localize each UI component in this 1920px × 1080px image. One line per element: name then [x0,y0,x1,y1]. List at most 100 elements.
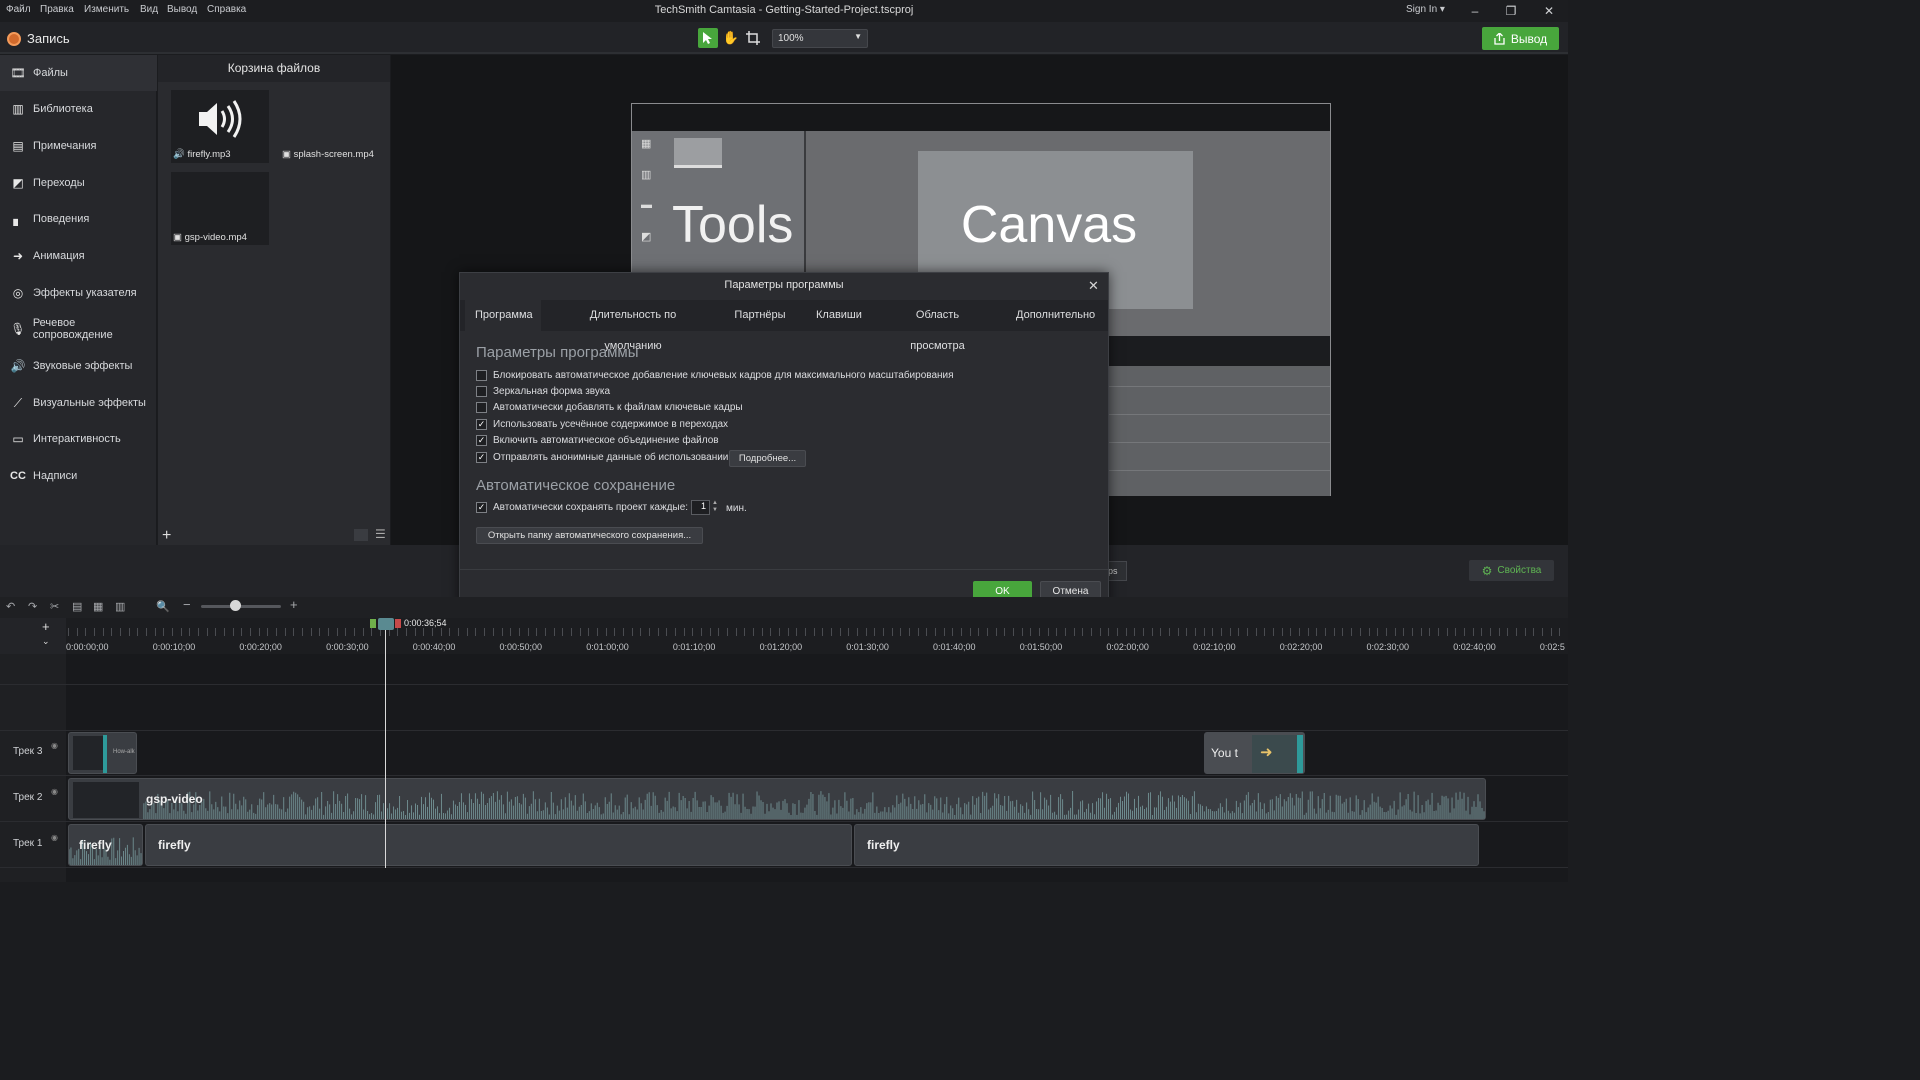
more-info-button[interactable]: Подробнее... [729,450,806,467]
option-row[interactable]: ✓ Отправлять анонимные данные об использо… [476,452,728,463]
track-label-3[interactable]: Трек 3 [13,746,42,757]
fps-chip[interactable]: ps [1107,561,1127,581]
copy-icon[interactable]: ▤ [72,600,82,613]
preview-dark-strip [1109,336,1330,366]
clip-track3-callout[interactable]: You t ➜ [1204,732,1305,774]
sign-in-button[interactable]: Sign In ▾ [1406,4,1445,15]
ruler-tick [674,628,676,636]
select-tool-button[interactable] [698,28,718,48]
sidebar-item-captions[interactable]: CC Надписи [0,458,157,494]
sidebar-item-animations[interactable]: ➜ Анимация [0,238,157,274]
spinner-arrows-icon[interactable]: ▲ ▼ [712,500,718,514]
option-row[interactable]: ✓ Использовать усечённое содержимое в пер… [476,419,728,430]
checkbox[interactable] [476,370,487,381]
ruler-tick [622,628,624,636]
split-icon[interactable]: ▥ [115,600,125,613]
playhead-handle[interactable] [378,618,394,630]
sidebar-item-transitions[interactable]: ◩ Переходы [0,165,157,201]
option-row[interactable]: ✓ Включить автоматическое объединение фай… [476,435,719,446]
eye-icon[interactable]: ◉ [51,787,58,796]
open-autosave-folder-button[interactable]: Открыть папку автоматического сохранения… [476,527,703,544]
tab-advanced[interactable]: Дополнительно [1006,300,1104,331]
clip-firefly-2[interactable]: firefly [145,824,852,866]
close-icon[interactable]: ✕ [1088,278,1099,294]
clip-firefly-3[interactable]: firefly [854,824,1479,866]
record-button[interactable]: Запись [27,31,70,46]
ruler-tick [1437,628,1439,636]
eye-icon[interactable]: ◉ [51,741,58,750]
autosave-interval-input[interactable]: 1 [691,500,710,515]
ruler-tick [1073,628,1075,636]
paste-icon[interactable]: ▦ [93,600,103,613]
tab-partners[interactable]: Партнёры [724,300,796,331]
in-point-marker[interactable] [370,619,376,628]
ruler-tick [1541,628,1543,636]
checkbox[interactable] [476,402,487,413]
sidebar-item-audio-effects[interactable]: 🔊 Звуковые эффекты [0,348,157,384]
add-track-icon[interactable]: + [42,619,50,634]
zoom-dropdown[interactable]: 100% ▼ [772,29,868,48]
eye-icon[interactable]: ◉ [51,833,58,842]
checkbox-checked[interactable]: ✓ [476,419,487,430]
pan-tool-button[interactable]: ✋ [721,28,741,48]
ruler-tick [935,628,936,636]
sidebar-item-cursor-effects[interactable]: ◎ Эффекты указателя [0,275,157,311]
redo-icon[interactable]: ↷ [28,600,37,613]
sidebar-item-voice-narration[interactable]: 🎙 Речевое сопровождение [0,311,157,347]
timeline-ruler[interactable] [66,618,1568,654]
sidebar-item-visual-effects[interactable]: ⟋ Визуальные эффекты [0,385,157,421]
undo-icon[interactable]: ↶ [6,600,15,613]
tab-canvas-view[interactable]: Область просмотра [879,300,996,352]
out-point-marker[interactable] [395,619,401,628]
autosave-row[interactable]: ✓ Автоматически сохранять проект каждые: [476,502,688,513]
ruler-tick [744,628,746,636]
ruler-tick [250,628,252,636]
ruler-tick [917,628,919,636]
clip-track3-splash[interactable]: How-alk [68,732,137,774]
ruler-tick [1160,628,1162,636]
checkbox-checked[interactable]: ✓ [476,502,487,513]
ruler-tick [1316,628,1318,636]
ruler-tick [1099,628,1101,636]
checkbox[interactable] [476,386,487,397]
cut-icon[interactable]: ✂ [50,600,59,613]
option-row[interactable]: Блокировать автоматическое добавление кл… [476,370,954,381]
ruler-tick [432,628,434,636]
sidebar-item-behaviors[interactable]: ▖ Поведения [0,201,157,237]
clip-gsp-video[interactable]: gsp-video [68,778,1486,820]
list-view-icon[interactable]: ☰ [375,527,386,541]
option-row[interactable]: Автоматически добавлять к файлам ключевы… [476,402,743,413]
crop-tool-button[interactable] [743,28,763,48]
record-icon[interactable] [7,32,21,46]
timeline-zoom-handle[interactable] [230,600,241,611]
timeline-zoom-slider[interactable] [201,605,281,608]
sidebar-item-media[interactable]: 🎞 Файлы [0,55,157,91]
close-window-button[interactable]: ✕ [1532,2,1566,20]
export-button[interactable]: Вывод [1482,27,1559,50]
tab-program[interactable]: Программа [465,300,541,331]
grid-view-icon[interactable] [354,529,368,541]
minimize-button[interactable]: – [1458,2,1492,20]
ruler-tick [1134,628,1136,636]
checkbox-checked[interactable]: ✓ [476,452,487,463]
track-label-1[interactable]: Трек 1 [13,838,42,849]
annotation-icon: ▬ [641,199,652,211]
option-row[interactable]: Зеркальная форма звука [476,386,610,397]
properties-button[interactable]: ⚙ Свойства [1469,560,1554,581]
chevron-down-icon[interactable]: ⌄ [42,636,50,647]
tab-default-duration[interactable]: Длительность по умолчанию [552,300,714,352]
add-media-button[interactable]: + [162,527,171,545]
tab-hotkeys[interactable]: Клавиши [806,300,869,331]
clip-firefly-1[interactable]: firefly [68,824,143,866]
checkbox-checked[interactable]: ✓ [476,435,487,446]
sidebar-item-library[interactable]: ▥ Библиотека [0,91,157,127]
restore-button[interactable]: ❐ [1494,2,1528,20]
track-label-2[interactable]: Трек 2 [13,792,42,803]
sidebar-item-interactivity[interactable]: ▭ Интерактивность [0,421,157,457]
zoom-in-icon[interactable]: + [290,597,298,612]
sidebar-item-annotations[interactable]: ▤ Примечания [0,128,157,164]
clip-track3-right-label: You t [1211,746,1238,760]
zoom-out-icon[interactable]: − [183,597,191,612]
search-icon[interactable]: 🔍 [156,600,170,613]
speaker-icon: 🔊 [10,359,26,373]
